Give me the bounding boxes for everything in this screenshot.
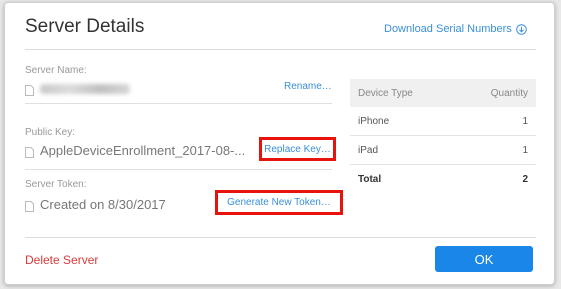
public-key-divider	[25, 169, 332, 170]
document-icon	[25, 83, 34, 96]
download-serial-numbers-label: Download Serial Numbers	[384, 23, 512, 35]
footer-divider	[25, 237, 536, 238]
quantity-cell: 1	[522, 144, 528, 156]
device-type-table: Device Type Quantity iPhone 1 iPad 1 Tot…	[350, 79, 536, 193]
public-key-label: Public Key:	[25, 127, 76, 138]
rename-link[interactable]: Rename…	[284, 81, 332, 92]
ok-button[interactable]: OK	[435, 246, 533, 272]
quantity-cell: 1	[522, 115, 528, 127]
table-total-row: Total 2	[350, 165, 536, 193]
server-name-value	[25, 83, 130, 96]
server-token-value: Created on 8/30/2017	[25, 197, 166, 212]
total-value: 2	[522, 173, 528, 185]
server-token-label: Server Token:	[25, 179, 87, 190]
document-icon	[25, 145, 34, 158]
header-quantity: Quantity	[490, 87, 528, 99]
table-row: iPhone 1	[350, 107, 536, 136]
total-label: Total	[358, 173, 382, 185]
generate-token-highlight: Generate New Token…	[215, 190, 343, 215]
public-key-filename: AppleDeviceEnrollment_2017-08-...	[40, 143, 246, 158]
redacted-server-name	[40, 83, 130, 94]
header-device-type: Device Type	[358, 87, 413, 99]
device-type-cell: iPhone	[358, 115, 390, 127]
download-circle-icon	[515, 23, 527, 35]
server-name-divider	[25, 103, 332, 104]
replace-key-link[interactable]: Replace Key…	[264, 144, 331, 155]
generate-new-token-link[interactable]: Generate New Token…	[227, 197, 331, 208]
device-type-cell: iPad	[358, 144, 379, 156]
server-details-dialog: Server Details Download Serial Numbers S…	[4, 2, 555, 285]
header-divider	[25, 49, 536, 50]
table-header: Device Type Quantity	[350, 79, 536, 107]
replace-key-highlight: Replace Key…	[259, 137, 336, 161]
server-token-created: Created on 8/30/2017	[40, 197, 166, 212]
dialog-title: Server Details	[25, 16, 145, 37]
document-icon	[25, 199, 34, 212]
public-key-value: AppleDeviceEnrollment_2017-08-...	[25, 143, 245, 158]
delete-server-link[interactable]: Delete Server	[25, 253, 98, 267]
download-serial-numbers-link[interactable]: Download Serial Numbers	[384, 23, 527, 35]
table-row: iPad 1	[350, 136, 536, 165]
server-name-label: Server Name:	[25, 65, 87, 76]
